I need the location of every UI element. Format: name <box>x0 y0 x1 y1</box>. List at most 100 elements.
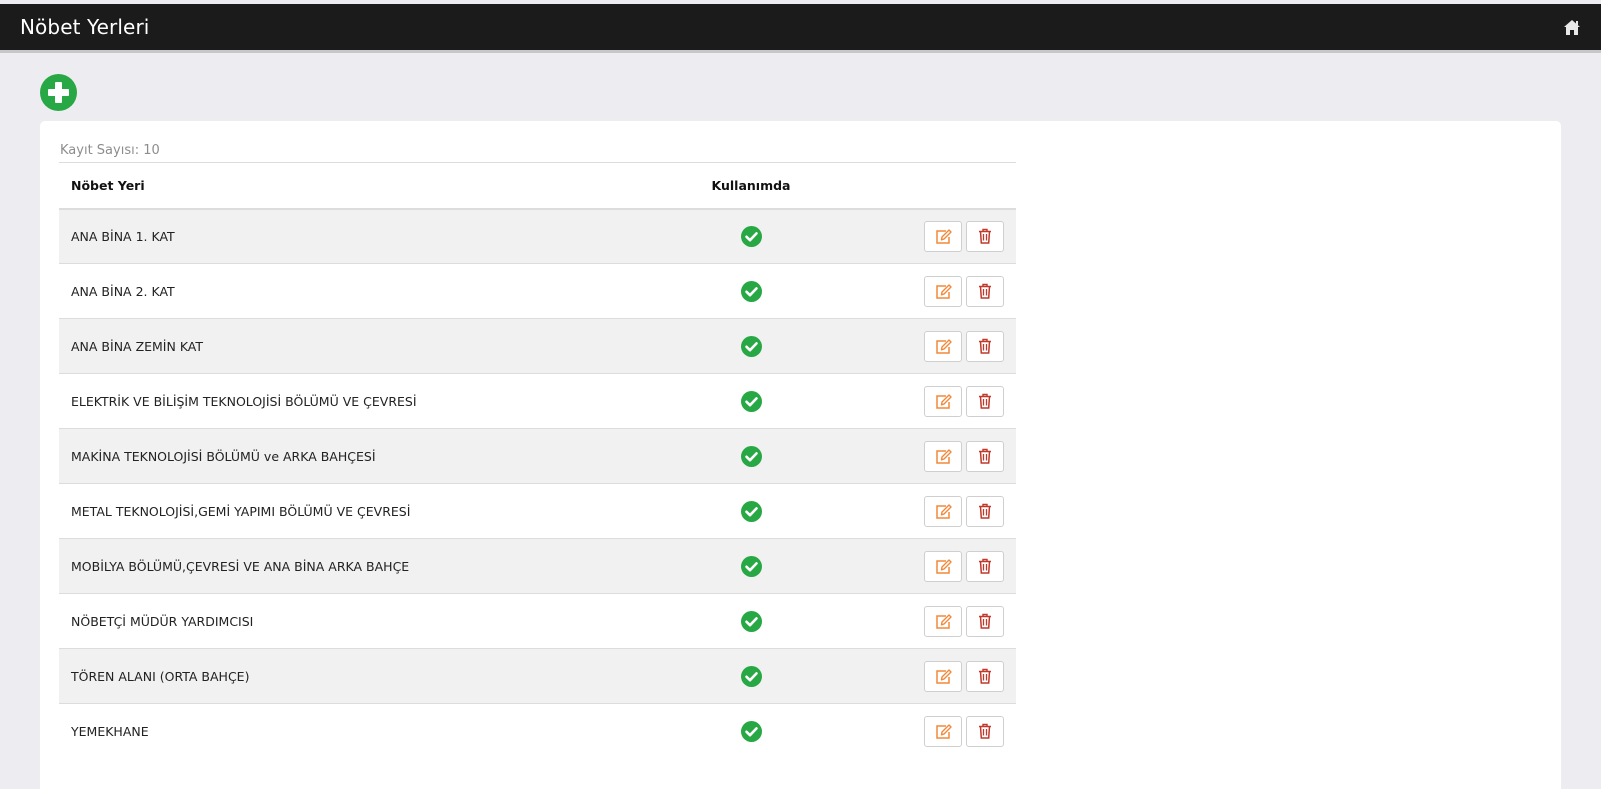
location-name: ANA BİNA ZEMİN KAT <box>71 338 204 354</box>
column-header-in-use: Kullanımda <box>711 177 791 193</box>
trash-icon <box>978 558 992 574</box>
trash-icon <box>978 283 992 299</box>
plus-circle-icon <box>40 74 77 111</box>
edit-icon <box>935 613 952 629</box>
table-header-row: Nöbet Yeri Kullanımda <box>59 162 1016 209</box>
edit-icon <box>935 229 952 244</box>
in-use-cell <box>671 264 831 319</box>
in-use-cell <box>671 649 831 704</box>
actions-cell <box>831 594 1016 649</box>
edit-button[interactable] <box>924 495 962 527</box>
edit-icon <box>935 558 952 574</box>
in-use-cell <box>671 484 831 539</box>
edit-button[interactable] <box>924 385 962 417</box>
check-circle-icon <box>740 555 762 577</box>
delete-button[interactable] <box>966 275 1004 307</box>
trash-icon <box>978 723 992 739</box>
table-row: METAL TEKNOLOJİSİ,GEMİ YAPIMI BÖLÜMÜ VE … <box>59 483 1016 539</box>
table-row: NÖBETÇİ MÜDÜR YARDIMCISI <box>59 593 1016 649</box>
edit-button[interactable] <box>924 550 962 582</box>
delete-button[interactable] <box>966 220 1004 252</box>
edit-button[interactable] <box>924 605 962 637</box>
in-use-cell <box>671 594 831 649</box>
top-bar: Nöbet Yerleri <box>0 4 1601 53</box>
actions-cell <box>831 209 1016 264</box>
page-title: Nöbet Yerleri <box>20 15 150 39</box>
table-row: YEMEKHANE <box>59 703 1016 759</box>
table-row: MAKİNA TEKNOLOJİSİ BÖLÜMÜ ve ARKA BAHÇES… <box>59 428 1016 484</box>
trash-icon <box>978 228 992 244</box>
delete-button[interactable] <box>966 385 1004 417</box>
actions-cell <box>831 539 1016 594</box>
trash-icon <box>978 393 992 409</box>
check-circle-icon <box>740 335 762 357</box>
actions-cell <box>831 649 1016 704</box>
column-header-actions <box>831 163 1016 209</box>
column-header-location: Nöbet Yeri <box>71 177 145 193</box>
edit-button[interactable] <box>924 220 962 252</box>
check-circle-icon <box>740 390 762 412</box>
actions-cell <box>831 374 1016 429</box>
edit-icon <box>935 338 952 354</box>
in-use-cell <box>671 319 831 374</box>
edit-button[interactable] <box>924 660 962 692</box>
delete-button[interactable] <box>966 660 1004 692</box>
check-circle-icon <box>740 720 762 742</box>
location-name: ANA BİNA 1. KAT <box>71 228 175 244</box>
actions-cell <box>831 704 1016 759</box>
check-circle-icon <box>740 280 762 302</box>
edit-icon <box>935 393 952 409</box>
in-use-cell <box>671 374 831 429</box>
location-name: ANA BİNA 2. KAT <box>71 283 175 299</box>
home-icon[interactable] <box>1563 18 1581 36</box>
location-name: YEMEKHANE <box>71 723 149 739</box>
actions-cell <box>831 264 1016 319</box>
location-name: TÖREN ALANI (ORTA BAHÇE) <box>71 668 250 684</box>
actions-cell <box>831 484 1016 539</box>
duty-locations-table: Nöbet Yeri Kullanımda ANA BİNA 1. KAT ANA… <box>59 162 1016 759</box>
check-circle-icon <box>740 665 762 687</box>
edit-button[interactable] <box>924 440 962 472</box>
location-name: MOBİLYA BÖLÜMÜ,ÇEVRESİ VE ANA BİNA ARKA … <box>71 558 410 574</box>
add-button[interactable] <box>40 74 77 111</box>
delete-button[interactable] <box>966 495 1004 527</box>
trash-icon <box>978 503 992 519</box>
in-use-cell <box>671 429 831 484</box>
delete-button[interactable] <box>966 440 1004 472</box>
delete-button[interactable] <box>966 605 1004 637</box>
check-circle-icon <box>740 610 762 632</box>
edit-button[interactable] <box>924 715 962 747</box>
in-use-cell <box>671 539 831 594</box>
check-circle-icon <box>740 225 762 247</box>
edit-button[interactable] <box>924 275 962 307</box>
actions-cell <box>831 319 1016 374</box>
table-row: ANA BİNA 2. KAT <box>59 263 1016 319</box>
table-row: ANA BİNA 1. KAT <box>59 208 1016 264</box>
edit-icon <box>935 283 952 299</box>
table-row: TÖREN ALANI (ORTA BAHÇE) <box>59 648 1016 704</box>
delete-button[interactable] <box>966 550 1004 582</box>
table-row: MOBİLYA BÖLÜMÜ,ÇEVRESİ VE ANA BİNA ARKA … <box>59 538 1016 594</box>
delete-button[interactable] <box>966 715 1004 747</box>
location-name: ELEKTRİK VE BİLİŞİM TEKNOLOJİSİ BÖLÜMÜ V… <box>71 393 417 409</box>
record-count: Kayıt Sayısı: 10 <box>60 143 160 158</box>
table-row: ELEKTRİK VE BİLİŞİM TEKNOLOJİSİ BÖLÜMÜ V… <box>59 373 1016 429</box>
table-row: ANA BİNA ZEMİN KAT <box>59 318 1016 374</box>
table-body: ANA BİNA 1. KAT ANA BİNA 2. KAT ANA BİNA Z… <box>59 208 1016 759</box>
location-name: NÖBETÇİ MÜDÜR YARDIMCISI <box>71 613 254 629</box>
trash-icon <box>978 338 992 354</box>
actions-cell <box>831 429 1016 484</box>
edit-button[interactable] <box>924 330 962 362</box>
check-circle-icon <box>740 445 762 467</box>
in-use-cell <box>671 704 831 759</box>
location-name: MAKİNA TEKNOLOJİSİ BÖLÜMÜ ve ARKA BAHÇES… <box>71 448 376 464</box>
trash-icon <box>978 668 992 684</box>
content-card: Kayıt Sayısı: 10 Nöbet Yeri Kullanımda A… <box>40 121 1561 789</box>
trash-icon <box>978 613 992 629</box>
trash-icon <box>978 448 992 464</box>
in-use-cell <box>671 209 831 264</box>
location-name: METAL TEKNOLOJİSİ,GEMİ YAPIMI BÖLÜMÜ VE … <box>71 503 411 519</box>
delete-button[interactable] <box>966 330 1004 362</box>
check-circle-icon <box>740 500 762 522</box>
edit-icon <box>935 724 952 739</box>
